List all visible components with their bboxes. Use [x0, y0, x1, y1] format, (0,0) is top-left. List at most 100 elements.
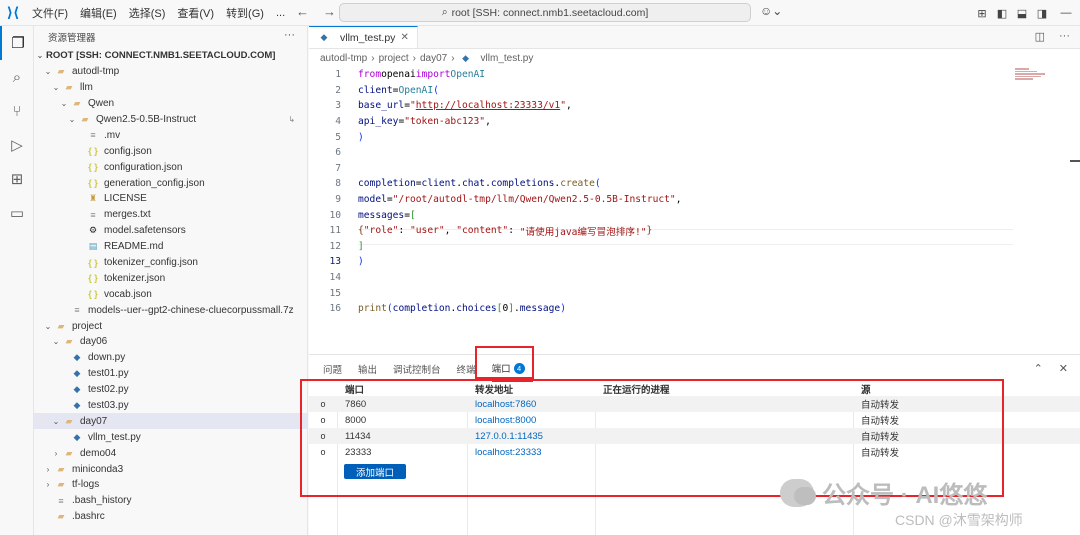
- search-view-icon[interactable]: ⌕: [0, 60, 34, 94]
- tree-item[interactable]: ♜ LICENSE: [34, 191, 307, 207]
- code-editor[interactable]: 1 from openai import OpenAI 2 client = Ope…: [309, 67, 1009, 317]
- vscode-logo-icon: ⟩⟨: [6, 4, 20, 20]
- remote-explorer-icon[interactable]: ▭: [0, 196, 34, 230]
- tree-item[interactable]: ⚙ model.safetensors: [34, 223, 307, 239]
- menu-view[interactable]: 查看(V): [171, 5, 220, 21]
- tab-terminal[interactable]: 终端: [457, 355, 484, 382]
- more-actions-icon[interactable]: ···: [284, 29, 295, 41]
- forwarded-address-link[interactable]: 127.0.0.1:11435: [467, 431, 595, 442]
- copilot-icon[interactable]: ☺⌄: [760, 4, 782, 18]
- folder-icon: ▰: [65, 447, 73, 458]
- explorer-sidebar: 资源管理器 ··· ⌄ ROOT [SSH: CONNECT.NMB1.SEET…: [34, 26, 308, 535]
- tree-item[interactable]: ◆ test01.py: [34, 366, 307, 382]
- chevron-down-icon: ⌄: [52, 416, 60, 426]
- scrollbar-marker[interactable]: [1070, 160, 1080, 162]
- tree-item[interactable]: ⌄ ▰ llm: [34, 80, 307, 96]
- tree-item[interactable]: ⌄ ▰ autodl-tmp: [34, 64, 307, 80]
- workspace-root[interactable]: ⌄ ROOT [SSH: CONNECT.NMB1.SEETACLOUD.COM…: [34, 48, 307, 64]
- toggle-sidebar-icon[interactable]: ◧: [992, 7, 1012, 20]
- tab-debug-console[interactable]: 调试控制台: [393, 355, 449, 382]
- json-file-icon: { }: [88, 289, 98, 300]
- back-arrow-icon[interactable]: ←: [296, 4, 309, 19]
- column-header-address[interactable]: 转发地址: [467, 382, 595, 396]
- minimap[interactable]: [1015, 67, 1055, 87]
- forwarded-address-link[interactable]: localhost:7860: [467, 399, 595, 410]
- tree-item-label: models--uer--gpt2-chinese-cluecorpussmal…: [88, 304, 294, 316]
- ports-table: 端口 转发地址 正在运行的进程 源 o 7860 localhost:7860 自动转…: [309, 382, 1080, 460]
- menu-edit[interactable]: 编辑(E): [74, 5, 123, 21]
- tree-item[interactable]: ▰ .bashrc: [34, 509, 307, 525]
- menu-more[interactable]: ...: [270, 7, 291, 19]
- chevron-up-icon[interactable]: ⌃: [1034, 362, 1043, 375]
- column-header-source[interactable]: 源: [853, 382, 1053, 396]
- watermark-line1: 公众号 · AI悠悠: [822, 482, 988, 509]
- tree-item[interactable]: ⌄ ▰ day06: [34, 334, 307, 350]
- tree-item-label: vocab.json: [104, 288, 152, 300]
- forwarded-address-link[interactable]: localhost:8000: [467, 415, 595, 426]
- tree-item[interactable]: ≡ models--uer--gpt2-chinese-cluecorpussma…: [34, 302, 307, 318]
- tree-item[interactable]: { } generation_config.json: [34, 175, 307, 191]
- toggle-panel-icon[interactable]: ⬓: [1012, 7, 1032, 20]
- forwarded-address-link[interactable]: localhost:23333: [467, 447, 595, 458]
- tree-item[interactable]: ◆ test02.py: [34, 382, 307, 398]
- python-file-icon: ◆: [73, 368, 81, 379]
- explorer-icon[interactable]: ❐: [0, 26, 34, 60]
- source-control-icon[interactable]: ⑂: [0, 94, 34, 128]
- table-row[interactable]: o 23333 localhost:23333 自动转发: [309, 444, 1080, 460]
- tree-item-label: model.safetensors: [104, 225, 186, 237]
- tree-item[interactable]: ⌄ ▰ project: [34, 318, 307, 334]
- tree-item[interactable]: { } vocab.json: [34, 286, 307, 302]
- close-icon[interactable]: ✕: [400, 32, 408, 43]
- layout-icon[interactable]: ⊞: [972, 7, 992, 20]
- breadcrumb-item[interactable]: day07: [420, 53, 447, 64]
- code-line: 4 api_key = "token-abc123",: [335, 116, 491, 128]
- tree-item[interactable]: { } configuration.json: [34, 159, 307, 175]
- breadcrumb-item[interactable]: project: [379, 53, 409, 64]
- column-header-process[interactable]: 正在运行的进程: [595, 382, 853, 396]
- tree-item[interactable]: ≡ .bash_history: [34, 493, 307, 509]
- table-row[interactable]: o 11434 127.0.0.1:11435 自动转发: [309, 428, 1080, 444]
- menu-go[interactable]: 转到(G): [220, 5, 270, 21]
- tab-ports[interactable]: 端口 4: [491, 355, 533, 382]
- toggle-secondary-sidebar-icon[interactable]: ◨: [1032, 7, 1052, 20]
- source-cell: 自动转发: [861, 432, 900, 443]
- minimize-icon[interactable]: —: [1052, 7, 1080, 19]
- tree-item-label: project: [72, 320, 103, 332]
- text-file-icon: ≡: [58, 495, 64, 506]
- menu-selection[interactable]: 选择(S): [123, 5, 172, 21]
- tree-item[interactable]: ⌄ ▰ Qwen2.5-0.5B-Instruct ↳: [34, 112, 307, 128]
- add-port-button[interactable]: 添加端口: [344, 464, 407, 479]
- tree-item[interactable]: › ▰ miniconda3: [34, 461, 307, 477]
- tree-item[interactable]: › ▰ demo04: [34, 445, 307, 461]
- tree-item[interactable]: ≡ merges.txt: [34, 207, 307, 223]
- tree-item[interactable]: ◆ down.py: [34, 350, 307, 366]
- table-row[interactable]: o 8000 localhost:8000 自动转发: [309, 412, 1080, 428]
- split-editor-icon[interactable]: ◫: [1035, 30, 1045, 43]
- tab-problems[interactable]: 问题: [323, 355, 350, 382]
- tree-item[interactable]: ◆ vllm_test.py: [34, 429, 307, 445]
- tab-vllm-test[interactable]: ◆ vllm_test.py ✕: [309, 26, 418, 48]
- tree-item[interactable]: { } tokenizer.json: [34, 270, 307, 286]
- menu-file[interactable]: 文件(F): [26, 5, 74, 21]
- command-center[interactable]: ⌕ root [SSH: connect.nmb1.seetacloud.com…: [339, 3, 751, 22]
- tree-item-label: .mv: [104, 129, 121, 141]
- extensions-icon[interactable]: ⊞: [0, 162, 34, 196]
- run-debug-icon[interactable]: ▷: [0, 128, 34, 162]
- tree-item[interactable]: › ▰ tf-logs: [34, 477, 307, 493]
- tree-item[interactable]: ◆ test03.py: [34, 398, 307, 414]
- column-header-port[interactable]: 端口: [337, 382, 467, 396]
- breadcrumb-item[interactable]: autodl-tmp: [320, 53, 367, 64]
- tree-item[interactable]: ≡ .mv: [34, 127, 307, 143]
- tab-output[interactable]: 输出: [358, 355, 385, 382]
- table-row[interactable]: o 7860 localhost:7860 自动转发: [309, 396, 1080, 412]
- tree-item[interactable]: ⌄ ▰ day07: [34, 413, 307, 430]
- tree-item[interactable]: { } tokenizer_config.json: [34, 255, 307, 271]
- tree-item[interactable]: { } config.json: [34, 143, 307, 159]
- forward-arrow-icon[interactable]: →: [323, 4, 336, 19]
- tree-item[interactable]: ▤ README.md: [34, 239, 307, 255]
- breadcrumb-item[interactable]: vllm_test.py: [481, 53, 534, 64]
- folder-icon: ▰: [57, 479, 65, 490]
- tree-item[interactable]: ⌄ ▰ Qwen: [34, 96, 307, 112]
- more-actions-icon[interactable]: ···: [1059, 30, 1070, 43]
- close-panel-icon[interactable]: ✕: [1059, 362, 1068, 375]
